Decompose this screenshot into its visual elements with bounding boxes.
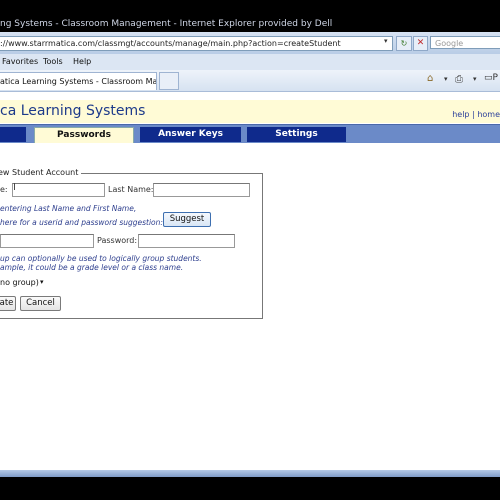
note-group-2: ample, it could be a grade level or a cl… (0, 263, 184, 272)
suggest-button[interactable]: Suggest (163, 212, 211, 227)
new-tab-button[interactable] (159, 72, 179, 90)
home-icon[interactable]: ⌂ (427, 74, 437, 84)
note-names: entering Last Name and First Name, (0, 204, 137, 213)
text-cursor-icon: I (13, 182, 16, 193)
address-dropdown-icon[interactable]: ▾ (384, 37, 388, 45)
fieldset-legend: ew Student Account (0, 168, 82, 177)
status-bar-strip (0, 470, 500, 477)
app-title: ca Learning Systems (0, 103, 146, 119)
group-select-value: no group) (0, 278, 39, 287)
home-dropdown-icon[interactable]: ▾ (444, 75, 448, 83)
tab-hidden-left[interactable] (0, 127, 26, 142)
header-links: help | home (452, 110, 500, 119)
refresh-icon[interactable]: ↻ (396, 36, 412, 51)
browser-tab-active[interactable]: atica Learning Systems - Classroom Mana.… (0, 72, 157, 90)
home-link[interactable]: home (477, 110, 500, 119)
password-field[interactable] (138, 234, 235, 248)
window-title-bar: ng Systems - Classroom Management - Inte… (0, 0, 500, 32)
create-button[interactable]: ate (0, 296, 16, 311)
print-dropdown-icon[interactable]: ▾ (473, 75, 477, 83)
address-field[interactable]: ://www.starrmatica.com/classmgt/accounts… (0, 36, 393, 51)
note-suggest: here for a userid and password suggestio… (0, 218, 163, 227)
chevron-down-icon: ▾ (40, 278, 44, 286)
page-menu-label: P (492, 73, 498, 83)
header-link-separator: | (472, 110, 475, 119)
menu-item-help[interactable]: Help (73, 57, 91, 66)
browser-tab-row: atica Learning Systems - Classroom Mana.… (0, 70, 500, 92)
search-input[interactable]: Google (430, 36, 500, 49)
tab-answer-keys[interactable]: Answer Keys (140, 127, 241, 142)
userid-field[interactable] (0, 234, 94, 248)
group-select[interactable]: no group) ▾ (0, 276, 50, 289)
tab-settings[interactable]: Settings (247, 127, 346, 142)
menu-bar: Favorites Tools Help (0, 54, 500, 71)
page-content: ca Learning Systems help | home Password… (0, 92, 500, 470)
tab-passwords[interactable]: Passwords (34, 127, 134, 143)
stop-icon[interactable]: ✕ (413, 36, 428, 51)
print-icon[interactable]: ⎙ (455, 74, 467, 85)
menu-item-favorites[interactable]: Favorites (2, 57, 38, 66)
status-bar (0, 470, 500, 500)
menu-item-tools[interactable]: Tools (43, 57, 63, 66)
last-name-label: Last Name: (108, 185, 154, 194)
note-group-1: up can optionally be used to logically g… (0, 254, 202, 263)
address-bar-row: ://www.starrmatica.com/classmgt/accounts… (0, 32, 500, 54)
cancel-button[interactable]: Cancel (20, 296, 61, 311)
help-link[interactable]: help (452, 110, 469, 119)
app-header: ca Learning Systems help | home (0, 100, 500, 123)
last-name-field[interactable] (153, 183, 250, 197)
page-menu-icon[interactable]: ▭P (484, 73, 498, 83)
first-name-field[interactable] (12, 183, 105, 197)
window-title: ng Systems - Classroom Management - Inte… (0, 19, 333, 29)
password-label: Password: (97, 236, 138, 245)
first-name-label: e: (0, 185, 8, 194)
